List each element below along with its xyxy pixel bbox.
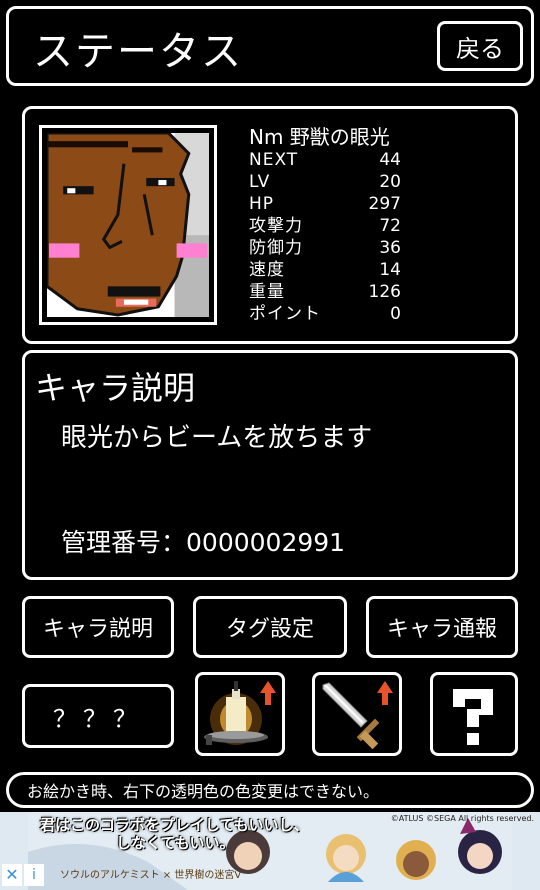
ad-banner[interactable]: 君はこのコラボをプレイしてもいいし、 しなくてもいい。 ©ATLUS ©SEGA…	[0, 812, 540, 890]
unknown-button[interactable]: ？？？	[22, 684, 174, 748]
report-character-button[interactable]: キャラ通報	[366, 596, 518, 658]
ad-close-icon[interactable]: ✕	[2, 864, 22, 886]
help-button[interactable]	[430, 672, 518, 756]
ad-subheadline: しなくてもいい。	[116, 834, 235, 852]
stat-label: 重量	[249, 282, 285, 302]
stat-label: 速度	[249, 260, 285, 280]
pixel-face-icon	[47, 133, 209, 317]
management-value: 0000002991	[186, 528, 346, 557]
stat-label: LV	[249, 172, 271, 192]
character-name: Nm 野獣の眼光	[249, 125, 390, 149]
stat-row-defense: 防御力 36	[249, 237, 401, 259]
drawing-notice: お絵かき時、右下の透明色の色変更はできない。	[6, 772, 534, 808]
ad-logo: ソウルのアルケミスト × 世界樹の迷宮V	[60, 870, 242, 881]
stat-value: 126	[368, 282, 401, 302]
stat-label: 防御力	[249, 238, 303, 258]
stat-value: 72	[379, 216, 401, 236]
stat-value: 44	[379, 150, 401, 170]
management-number: 管理番号：0000002991	[61, 523, 345, 559]
stat-label: HP	[249, 194, 275, 214]
stat-label: ポイント	[249, 304, 321, 324]
back-button[interactable]: 戻る	[437, 21, 523, 71]
stat-row-next: NEXT 44	[249, 149, 401, 171]
stat-label: NEXT	[249, 150, 299, 170]
stats-table: NEXT 44 LV 20 HP 297 攻撃力 72 防御力 36 速度 14 重量 126…	[249, 149, 401, 325]
candle-upgrade-icon	[204, 681, 276, 745]
stat-row-lv: LV 20	[249, 171, 401, 193]
management-label: 管理番号：	[61, 528, 187, 557]
candle-upgrade-button[interactable]	[195, 672, 285, 756]
description-text: 眼光からビームを放ちます	[61, 423, 373, 453]
question-mark-icon	[453, 689, 493, 745]
header-bar: ステータス 戻る	[6, 6, 534, 86]
stat-row-points: ポイント 0	[249, 303, 401, 325]
stat-value: 0	[390, 304, 401, 324]
page-title: ステータス	[33, 29, 243, 75]
stat-label: 攻撃力	[249, 216, 303, 236]
stat-row-speed: 速度 14	[249, 259, 401, 281]
stat-row-weight: 重量 126	[249, 281, 401, 303]
stat-row-hp: HP 297	[249, 193, 401, 215]
character-portrait	[39, 125, 217, 325]
sword-upgrade-icon	[322, 681, 393, 750]
ad-copyright: ©ATLUS ©SEGA All rights reserved.	[390, 814, 534, 823]
description-heading: キャラ説明	[35, 369, 196, 407]
stat-value: 20	[379, 172, 401, 192]
stat-value: 36	[379, 238, 401, 258]
character-description-button[interactable]: キャラ説明	[22, 596, 174, 658]
stat-row-attack: 攻撃力 72	[249, 215, 401, 237]
ad-info-icon[interactable]: i	[24, 864, 44, 886]
description-panel: キャラ説明 眼光からビームを放ちます 管理番号：0000002991	[22, 350, 518, 580]
tag-settings-button[interactable]: タグ設定	[193, 596, 347, 658]
status-panel: Nm 野獣の眼光 NEXT 44 LV 20 HP 297 攻撃力 72 防御力 36 速…	[22, 106, 518, 344]
stat-value: 297	[368, 194, 401, 214]
stat-value: 14	[379, 260, 401, 280]
sword-upgrade-button[interactable]	[312, 672, 402, 756]
